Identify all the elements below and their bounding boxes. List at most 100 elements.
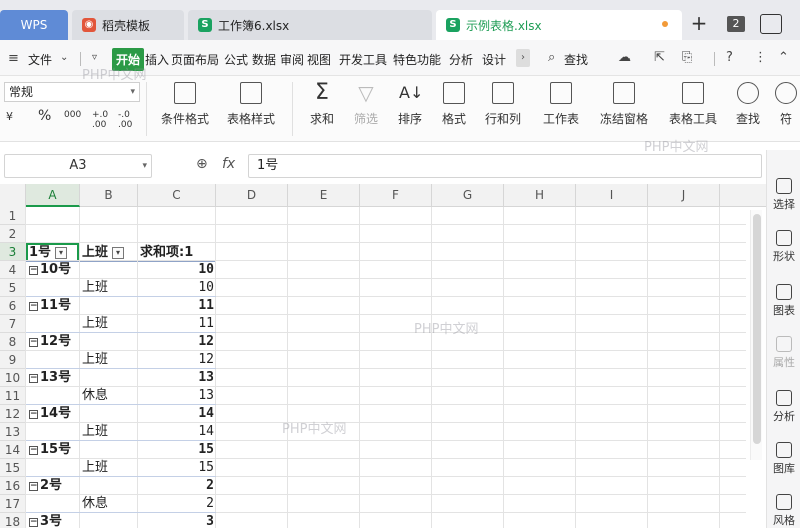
freeze-panes-button[interactable]: 冻结窗格 — [594, 82, 654, 136]
pivot-sum-value[interactable]: 15 — [138, 441, 216, 459]
row-header-11[interactable]: 11 — [0, 387, 26, 405]
pivot-sum-value[interactable]: 10 — [138, 279, 216, 297]
menu-formula[interactable]: 公式 — [224, 51, 248, 68]
vertical-scrollbar[interactable] — [750, 210, 762, 460]
collapse-toggle-icon[interactable]: − — [29, 266, 38, 275]
insert-function-button[interactable]: fx — [222, 156, 235, 172]
menu-special-features[interactable]: 特色功能 — [393, 51, 441, 68]
tab-wps-home[interactable]: WPS — [0, 10, 68, 40]
row-header-10[interactable]: 10 — [0, 369, 26, 387]
increase-decimal-icon[interactable]: +.0 .00 — [92, 110, 116, 130]
pivot-sub-label[interactable]: 上班 — [82, 351, 140, 369]
side-panel-analysis[interactable]: 分析 — [767, 390, 800, 424]
zoom-formula-icon[interactable]: ⊕ — [196, 156, 208, 172]
row-header-18[interactable]: 18 — [0, 513, 26, 528]
pivot-row-label[interactable]: −13号 — [29, 369, 81, 387]
formula-input[interactable]: 1号 — [248, 154, 762, 178]
table-tools-button[interactable]: 表格工具 — [662, 82, 724, 136]
cloud-sync-icon[interactable]: ☁ — [618, 50, 631, 65]
pivot-row-label[interactable]: −12号 — [29, 333, 81, 351]
tab-sample-table[interactable]: S 示例表格.xlsx — [436, 10, 682, 40]
row-header-9[interactable]: 9 — [0, 351, 26, 369]
cell-area[interactable]: 1号 ▾ 上班 ▾ 求和项:1 −10号 10 上班 10−11号 11 上班 11−12号 12… — [25, 207, 766, 528]
pivot-row-label[interactable]: −14号 — [29, 405, 81, 423]
menu-review[interactable]: 审阅 — [280, 51, 304, 68]
filter-dropdown-icon[interactable]: ▾ — [112, 247, 125, 259]
tab-workbook6[interactable]: S 工作簿6.xlsx — [188, 10, 432, 40]
row-header-8[interactable]: 8 — [0, 333, 26, 351]
name-box[interactable]: A3 ▾ — [4, 154, 152, 178]
row-header-4[interactable]: 4 — [0, 261, 26, 279]
pivot-row-label[interactable]: −2号 — [29, 477, 81, 495]
scrollbar-thumb[interactable] — [753, 214, 761, 444]
row-header-6[interactable]: 6 — [0, 297, 26, 315]
menu-page-layout[interactable]: 页面布局 — [171, 51, 219, 68]
menu-view[interactable]: 视图 — [307, 51, 331, 68]
pivot-sum-value[interactable]: 13 — [138, 387, 216, 405]
column-header-a[interactable]: A — [26, 184, 80, 207]
currency-format-icon[interactable]: ¥ — [6, 110, 13, 123]
find-button[interactable]: 查找 — [730, 82, 766, 136]
spreadsheet-grid[interactable]: A B C D E F G H I J 1 2 3 4 5 6 7 8 9 10 11 12 13 14 1… — [0, 184, 766, 528]
column-header-d[interactable]: D — [216, 184, 288, 207]
collapse-toggle-icon[interactable]: − — [29, 338, 38, 347]
pivot-sub-label[interactable]: 休息 — [82, 495, 140, 513]
worksheet-button[interactable]: 工作表 — [536, 82, 586, 136]
row-header-13[interactable]: 13 — [0, 423, 26, 441]
row-header-15[interactable]: 15 — [0, 459, 26, 477]
column-header-e[interactable]: E — [288, 184, 360, 207]
column-header-i[interactable]: I — [576, 184, 648, 207]
percent-format-icon[interactable]: % — [38, 108, 51, 124]
collapse-ribbon-icon[interactable]: ⌃ — [778, 50, 789, 65]
more-options-icon[interactable]: ⋮ — [754, 50, 767, 65]
side-panel-property[interactable]: 属性 — [767, 336, 800, 370]
window-count-button[interactable]: 2 — [727, 16, 745, 32]
more-menu-chevron-icon[interactable]: › — [516, 49, 530, 67]
hamburger-icon[interactable]: ≡ — [8, 51, 19, 66]
pivot-sub-label[interactable]: 上班 — [82, 315, 140, 333]
side-panel-style[interactable]: 风格 — [767, 494, 800, 528]
number-format-select[interactable]: 常规 ▾ — [4, 82, 140, 102]
pivot-row-label[interactable]: −10号 — [29, 261, 81, 279]
menu-data[interactable]: 数据 — [252, 51, 276, 68]
pivot-sum-value[interactable]: 12 — [138, 351, 216, 369]
row-header-7[interactable]: 7 — [0, 315, 26, 333]
pivot-sum-value[interactable]: 13 — [138, 369, 216, 387]
decrease-decimal-icon[interactable]: -.0 .00 — [118, 110, 142, 130]
filter-button[interactable]: ▽ 筛选 — [348, 82, 384, 136]
column-header-c[interactable]: C — [138, 184, 216, 207]
side-panel-select[interactable]: 选择 — [767, 178, 800, 212]
pivot-sub-label[interactable]: 上班 — [82, 279, 140, 297]
pivot-sum-value[interactable]: 11 — [138, 315, 216, 333]
menu-insert[interactable]: 插入 — [145, 51, 169, 68]
collapse-toggle-icon[interactable]: − — [29, 302, 38, 311]
column-header-f[interactable]: F — [360, 184, 432, 207]
row-header-5[interactable]: 5 — [0, 279, 26, 297]
pivot-sum-value[interactable]: 10 — [138, 261, 216, 279]
pivot-sum-value[interactable]: 3 — [138, 513, 216, 528]
menu-developer[interactable]: 开发工具 — [339, 51, 387, 68]
help-icon[interactable]: ? — [726, 50, 733, 65]
tab-daoke-templates[interactable]: ◉ 稻壳模板 — [72, 10, 184, 40]
column-header-g[interactable]: G — [432, 184, 504, 207]
row-col-button[interactable]: 行和列 — [480, 82, 526, 136]
row-header-14[interactable]: 14 — [0, 441, 26, 459]
pivot-sum-value[interactable]: 2 — [138, 495, 216, 513]
new-tab-button[interactable]: + — [690, 13, 708, 33]
row-header-3[interactable]: 3 — [0, 243, 26, 261]
pivot-sum-value[interactable]: 14 — [138, 423, 216, 441]
collapse-toggle-icon[interactable]: − — [29, 446, 38, 455]
collaborate-icon[interactable]: ⎘ — [682, 50, 692, 65]
pivot-sum-value[interactable]: 2 — [138, 477, 216, 495]
symbol-button[interactable]: 符 — [772, 82, 800, 136]
collapse-toggle-icon[interactable]: − — [29, 482, 38, 491]
collapse-toggle-icon[interactable]: − — [29, 410, 38, 419]
column-header-h[interactable]: H — [504, 184, 576, 207]
chevron-down-icon[interactable]: ⌄ — [60, 52, 68, 63]
column-header-j[interactable]: J — [648, 184, 720, 207]
thousands-format-icon[interactable]: 000 — [64, 110, 81, 120]
column-header-b[interactable]: B — [80, 184, 138, 207]
collapse-toggle-icon[interactable]: − — [29, 374, 38, 383]
sum-button[interactable]: Σ 求和 — [304, 82, 340, 136]
filter-dropdown-icon[interactable]: ▾ — [55, 247, 68, 259]
